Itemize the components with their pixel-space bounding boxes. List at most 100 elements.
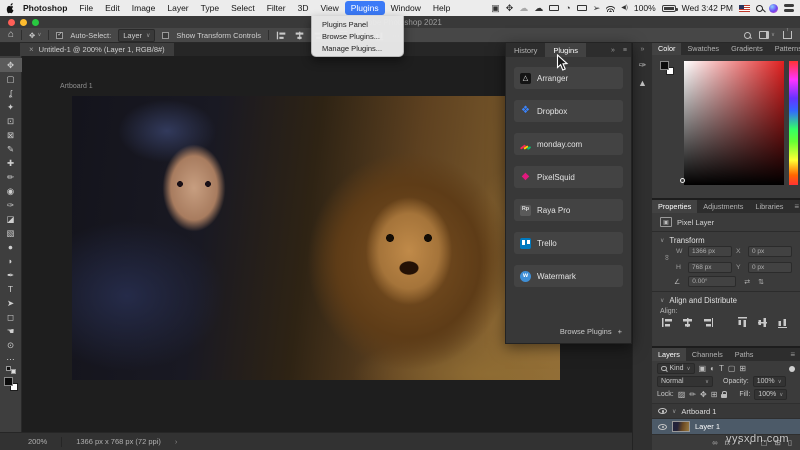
zoom-tool[interactable]: ⊙ [0, 338, 22, 352]
align-section-header[interactable]: ∨ Align and Distribute [652, 296, 800, 305]
expand-dock-icon[interactable]: » [641, 46, 645, 53]
search-icon[interactable] [743, 31, 751, 39]
layer-row-layer1[interactable]: Layer 1 [652, 418, 800, 434]
marquee-tool[interactable]: ▢ [0, 72, 22, 86]
lock-position-icon[interactable]: ✥ [700, 390, 707, 399]
status-utility-icon[interactable]: ✥ [506, 3, 514, 13]
visibility-eye-icon[interactable] [658, 408, 667, 414]
tab-paths[interactable]: Paths [729, 348, 760, 361]
artboard-label[interactable]: Artboard 1 [60, 83, 93, 90]
default-colors-icon[interactable] [5, 366, 16, 374]
layer-row-artboard[interactable]: ∨ Artboard 1 [652, 403, 800, 418]
spotlight-search-icon[interactable] [756, 4, 763, 12]
plugin-item-trello[interactable]: Trello [514, 232, 623, 254]
menubar-item-type[interactable]: Type [195, 1, 225, 15]
close-tab-icon[interactable]: × [29, 45, 34, 54]
hue-slider[interactable] [789, 61, 798, 185]
plugin-item-rayapro[interactable]: Rp Raya Pro [514, 199, 623, 221]
time-machine-icon[interactable]: ◔ [565, 3, 570, 13]
layer-thumbnail[interactable] [672, 421, 690, 432]
align-center-button[interactable] [682, 318, 693, 327]
menubar-item-plugins[interactable]: Plugins [344, 1, 385, 15]
brush-tool[interactable]: ✏ [0, 170, 22, 184]
align-middle-button[interactable] [758, 317, 767, 328]
collapse-panel-icon[interactable]: » [607, 43, 619, 57]
dodge-tool[interactable]: ◗ [0, 254, 22, 268]
x-field[interactable]: 0 px [748, 246, 792, 257]
tab-adjustments[interactable]: Adjustments [697, 200, 749, 213]
artboard-image[interactable] [72, 96, 560, 380]
display-icon[interactable] [549, 5, 560, 11]
menubar-item-file[interactable]: File [73, 1, 99, 15]
height-field[interactable]: 768 px [688, 262, 732, 273]
lock-paint-icon[interactable]: ✏ [689, 390, 696, 399]
panel-menu-icon[interactable]: ≡ [785, 348, 800, 361]
menubar-item-view[interactable]: View [314, 1, 344, 15]
tab-libraries[interactable]: Libraries [749, 200, 789, 213]
blend-mode-dropdown[interactable]: Normal ∨ [657, 376, 713, 387]
zoom-level-field[interactable]: 200% [28, 437, 47, 446]
plugin-item-dropbox[interactable]: ❖ Dropbox [514, 100, 623, 122]
wifi-icon[interactable] [606, 4, 616, 12]
frame-tool[interactable]: ⊠ [0, 128, 22, 142]
filter-type-layers-icon[interactable]: T [719, 364, 724, 373]
plugin-item-pixelsquid[interactable]: ◆ PixelSquid [514, 166, 623, 188]
color-panel-swatches[interactable] [660, 61, 674, 75]
control-center-icon[interactable] [784, 4, 794, 12]
width-field[interactable]: 1366 px [688, 246, 732, 257]
history-brush-tool[interactable]: ✑ [0, 198, 22, 212]
show-transform-checkbox[interactable] [162, 31, 170, 39]
tab-layers[interactable]: Layers [652, 348, 686, 361]
crop-tool[interactable]: ⊡ [0, 114, 22, 128]
input-language-flag-icon[interactable] [739, 4, 750, 12]
sync-cloud-icon[interactable]: ☁ [519, 3, 528, 13]
tab-patterns[interactable]: Patterns [769, 42, 800, 55]
align-right-button[interactable] [702, 318, 713, 327]
foreground-background-swatches[interactable] [3, 377, 18, 391]
lock-transparency-icon[interactable]: ▨ [678, 390, 686, 399]
align-center-button[interactable] [294, 31, 305, 39]
menubar-item-help[interactable]: Help [427, 1, 456, 15]
menubar-item-select[interactable]: Select [225, 1, 261, 15]
browse-plugins-button[interactable]: Browse Plugins + [560, 327, 622, 336]
align-left-button[interactable] [276, 31, 287, 39]
plugin-item-monday[interactable]: monday.com [514, 133, 623, 155]
tab-color[interactable]: Color [652, 42, 682, 55]
airplay-icon[interactable] [576, 5, 587, 11]
volume-icon[interactable]: ◀) [621, 5, 628, 11]
y-field[interactable]: 0 px [748, 262, 792, 273]
tab-history[interactable]: History [506, 43, 545, 57]
pen-tool[interactable]: ✒ [0, 268, 22, 282]
apple-menu-icon[interactable] [6, 2, 15, 14]
menubar-item-layer[interactable]: Layer [161, 1, 194, 15]
menubar-item-window[interactable]: Window [385, 1, 427, 15]
menu-item-manage-plugins[interactable]: Manage Plugins... [312, 42, 403, 54]
move-tool-preset[interactable]: ✥ ∨ [29, 31, 41, 40]
rotate-angle-field[interactable]: 0.00° [688, 276, 737, 287]
tab-channels[interactable]: Channels [686, 348, 729, 361]
clone-stamp-tool[interactable]: ◉ [0, 184, 22, 198]
menubar-item-image[interactable]: Image [126, 1, 162, 15]
menubar-item-filter[interactable]: Filter [261, 1, 292, 15]
menu-item-browse-plugins[interactable]: Browse Plugins... [312, 30, 403, 42]
tab-properties[interactable]: Properties [652, 200, 698, 213]
align-top-button[interactable] [738, 317, 747, 328]
home-icon[interactable]: ⌂ [8, 30, 14, 40]
tab-swatches[interactable]: Swatches [681, 42, 725, 55]
saturation-brightness-picker[interactable] [684, 61, 784, 185]
gradient-tool[interactable]: ▧ [0, 226, 22, 240]
foreground-color-swatch[interactable] [3, 377, 13, 386]
filter-toggle-icon[interactable] [789, 365, 795, 372]
align-bottom-button[interactable] [778, 317, 787, 328]
lock-artboard-icon[interactable]: ⊞ [711, 390, 718, 399]
transform-section-header[interactable]: ∨ Transform [652, 236, 800, 245]
eraser-tool[interactable]: ◪ [0, 212, 22, 226]
eyedropper-tool[interactable]: ✎ [0, 142, 22, 156]
cloud-icon[interactable]: ☁ [534, 3, 543, 13]
filter-shape-layers-icon[interactable]: ▢ [728, 364, 736, 373]
lock-all-icon[interactable] [721, 391, 728, 399]
filter-kind-dropdown[interactable]: Kind ∨ [657, 363, 695, 374]
lasso-tool[interactable]: ʆ [0, 86, 22, 100]
align-left-button[interactable] [662, 318, 673, 327]
filter-adjustment-layers-icon[interactable]: ◐ [710, 364, 715, 373]
